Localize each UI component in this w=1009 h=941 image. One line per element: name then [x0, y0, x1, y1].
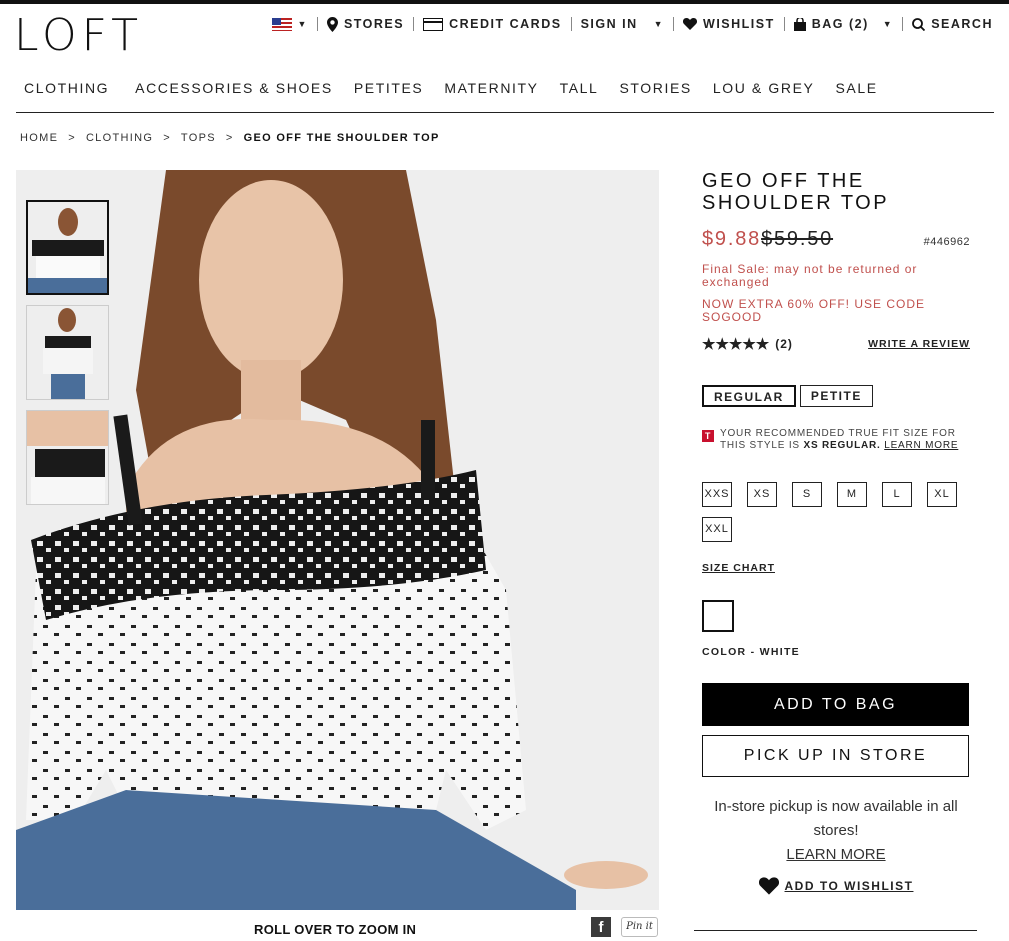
size-option[interactable]: L — [882, 482, 912, 507]
price-row: $9.88 $59.50 #446962 — [702, 228, 970, 251]
brand-logo[interactable]: LOFT — [14, 10, 143, 61]
chevron-down-icon: ▼ — [653, 19, 665, 29]
color-label: COLOR - WHITE — [702, 646, 800, 658]
thumbnail-image — [28, 202, 107, 293]
wishlist-label: WISHLIST — [703, 17, 775, 31]
final-sale-note: Final Sale: may not be returned or excha… — [702, 262, 918, 289]
wishlist-link[interactable]: WISHLIST — [674, 17, 785, 31]
nav-clothing[interactable]: CLOTHING — [16, 80, 117, 112]
fit-regular-button[interactable]: REGULAR — [702, 385, 796, 407]
crumb-tops[interactable]: TOPS — [181, 132, 216, 144]
add-to-wishlist-button[interactable]: ADD TO WISHLIST — [702, 877, 970, 895]
chevron-down-icon: ▼ — [882, 19, 894, 29]
product-title: GEO OFF THE SHOULDER TOP — [702, 170, 890, 214]
stores-label: STORES — [343, 17, 405, 31]
nav-lou-grey[interactable]: LOU & GREY — [705, 80, 823, 112]
thumbnail-detail[interactable] — [26, 410, 109, 505]
shopping-bag-icon — [793, 17, 806, 31]
product-photo — [16, 170, 659, 910]
main-nav: CLOTHING ACCESSORIES & SHOES PETITES MAT… — [16, 80, 994, 113]
divider — [694, 930, 977, 931]
write-review-link[interactable]: WRITE A REVIEW — [868, 338, 970, 350]
size-option[interactable]: XXL — [702, 517, 732, 542]
product-sku: #446962 — [923, 236, 970, 248]
crumb-home[interactable]: HOME — [20, 132, 58, 144]
pickup-learn-more-link[interactable]: LEARN MORE — [702, 843, 970, 867]
promo-message: NOW EXTRA 60% OFF! USE CODE SOGOOD — [702, 297, 926, 324]
nav-stories[interactable]: STORIES — [611, 80, 699, 112]
size-option[interactable]: S — [792, 482, 822, 507]
star-rating-icon[interactable]: ★★★★★ — [702, 335, 769, 353]
pick-up-in-store-button[interactable]: PICK UP IN STORE — [702, 735, 969, 777]
zoom-hint: ROLL OVER TO ZOOM IN — [254, 922, 417, 937]
pickup-note-text: In-store pickup is now available in all … — [714, 798, 958, 839]
product-details: GEO OFF THE SHOULDER TOP $9.88 $59.50 #4… — [702, 170, 970, 895]
nav-tall[interactable]: TALL — [552, 80, 607, 112]
crumb-clothing[interactable]: CLOTHING — [86, 132, 153, 144]
search-icon — [912, 17, 926, 31]
location-pin-icon — [326, 16, 338, 32]
credit-cards-label: CREDIT CARDS — [449, 17, 562, 31]
thumbnail-list — [26, 200, 109, 505]
truefit-text: YOUR RECOMMENDED TRUE FIT SIZE FOR THIS … — [720, 428, 970, 452]
add-to-bag-button[interactable]: ADD TO BAG — [702, 683, 969, 726]
bag-link[interactable]: BAG (2) ▼ — [785, 17, 904, 31]
nav-maternity[interactable]: MATERNITY — [436, 80, 546, 112]
thumbnail-image — [27, 411, 108, 504]
crumb-separator: > — [163, 132, 171, 144]
utility-bar: ▼ STORES CREDIT CARDS SIGN IN ▼ WISHLIST… — [263, 16, 993, 32]
truefit-learn-more-link[interactable]: LEARN MORE — [884, 440, 958, 451]
stores-link[interactable]: STORES — [318, 16, 415, 32]
truefit-size: XS REGULAR. — [803, 440, 881, 451]
heart-icon — [758, 877, 779, 895]
pickup-note: In-store pickup is now available in all … — [702, 795, 970, 867]
nav-accessories-shoes[interactable]: ACCESSORIES & SHOES — [127, 80, 341, 112]
color-swatch-white[interactable] — [702, 600, 734, 632]
original-price: $59.50 — [761, 228, 834, 250]
nav-sale[interactable]: SALE — [827, 80, 885, 112]
size-option[interactable]: M — [837, 482, 867, 507]
credit-cards-link[interactable]: CREDIT CARDS — [414, 17, 572, 31]
fit-selector: REGULAR PETITE — [702, 385, 970, 407]
size-chart-link[interactable]: SIZE CHART — [702, 562, 970, 574]
truefit-recommendation: T YOUR RECOMMENDED TRUE FIT SIZE FOR THI… — [702, 428, 970, 452]
crumb-current: GEO OFF THE SHOULDER TOP — [243, 132, 440, 144]
thumbnail-front[interactable] — [26, 200, 109, 295]
rating-row: ★★★★★ (2) WRITE A REVIEW — [702, 335, 970, 353]
credit-card-icon — [423, 17, 444, 31]
crumb-separator: > — [68, 132, 76, 144]
size-option[interactable]: XS — [747, 482, 777, 507]
bag-label: BAG (2) — [811, 17, 869, 31]
search-link[interactable]: SEARCH — [903, 17, 993, 31]
product-main-image[interactable] — [16, 170, 659, 910]
top-border — [0, 0, 1009, 4]
pinterest-pin-button[interactable]: Pin it — [621, 917, 658, 937]
search-label: SEARCH — [931, 17, 993, 31]
add-to-wishlist-label: ADD TO WISHLIST — [784, 879, 914, 893]
crumb-separator: > — [225, 132, 234, 144]
size-option[interactable]: XL — [927, 482, 957, 507]
thumbnail-image — [27, 306, 108, 399]
facebook-share-icon[interactable]: f — [591, 917, 611, 937]
country-selector[interactable]: ▼ — [263, 17, 318, 31]
size-selector: XXS XS S M L XL XXL — [702, 482, 970, 542]
truefit-logo-icon: T — [702, 430, 714, 442]
nav-petites[interactable]: PETITES — [346, 80, 432, 112]
breadcrumb: HOME > CLOTHING > TOPS > GEO OFF THE SHO… — [20, 132, 440, 144]
thumbnail-back[interactable] — [26, 305, 109, 400]
chevron-down-icon: ▼ — [297, 19, 308, 29]
sign-in-label: SIGN IN — [580, 17, 638, 31]
heart-icon — [683, 18, 698, 30]
review-count[interactable]: (2) — [775, 337, 793, 351]
fit-petite-button[interactable]: PETITE — [799, 385, 873, 407]
us-flag-icon — [271, 17, 292, 31]
sale-price: $9.88 — [702, 228, 762, 250]
sign-in-link[interactable]: SIGN IN ▼ — [572, 17, 675, 31]
size-option[interactable]: XXS — [702, 482, 732, 507]
